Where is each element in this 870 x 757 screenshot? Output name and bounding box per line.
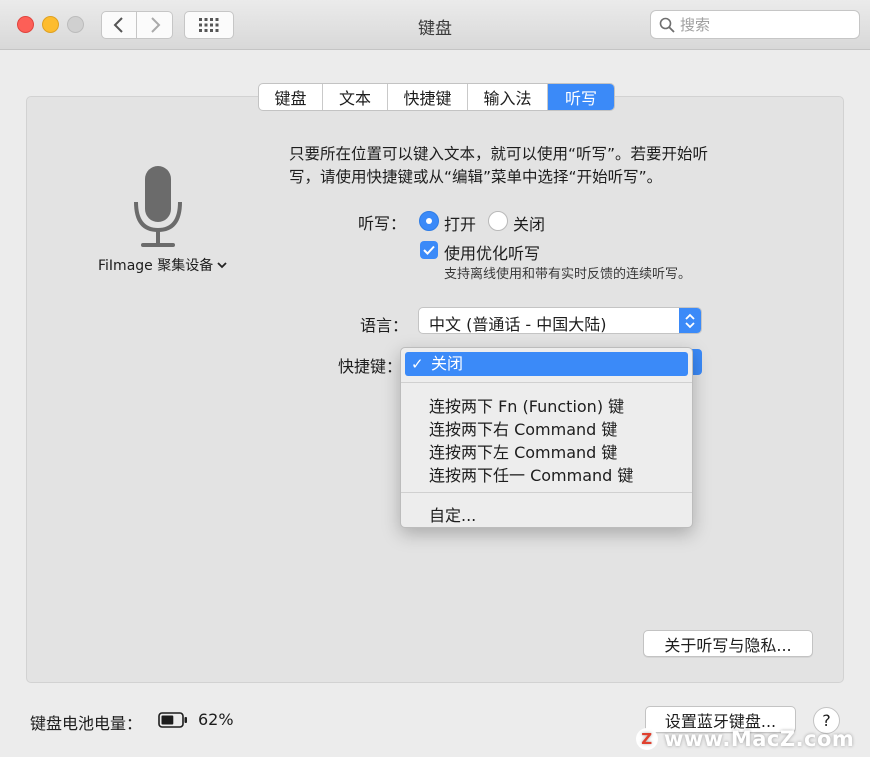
language-value: 中文 (普通话 - 中国大陆) <box>429 315 607 334</box>
checkmark-icon <box>423 245 435 255</box>
show-all-button[interactable] <box>184 11 234 39</box>
microphone-icon <box>134 166 182 247</box>
preferences-window: 键盘 键盘 文本 快捷键 输入法 听写 FiImage 聚集设备 只要所在位置可… <box>0 0 870 757</box>
watermark-text: www.MacZ.com <box>664 727 855 751</box>
dictation-off-radio[interactable] <box>488 211 508 231</box>
chevron-left-icon <box>113 17 123 33</box>
forward-button[interactable] <box>137 11 173 39</box>
dictation-off-label: 关闭 <box>513 215 546 234</box>
shortcut-menu-item-custom[interactable]: 自定... <box>429 502 476 526</box>
enhanced-dictation-checkbox[interactable] <box>420 241 438 259</box>
shortcut-menu-item-off[interactable]: ✓ 关闭 <box>405 352 688 376</box>
mic-source-popup[interactable]: FiImage 聚集设备 <box>98 255 227 275</box>
dictation-label: 听写： <box>357 214 406 233</box>
chevron-right-icon <box>150 17 160 33</box>
dictation-description: 只要所在位置可以键入文本，就可以使用“听写”。若要开始听 写，请使用快捷键或从“… <box>289 145 709 186</box>
tab-text[interactable]: 文本 <box>323 84 388 110</box>
battery-icon <box>158 712 187 728</box>
checkmark-icon: ✓ <box>411 355 424 373</box>
tab-input-sources[interactable]: 输入法 <box>468 84 548 110</box>
battery-value: 62% <box>198 710 234 729</box>
menu-separator <box>401 492 692 493</box>
tab-bar: 键盘 文本 快捷键 输入法 听写 <box>258 83 615 111</box>
grid-icon <box>199 18 219 32</box>
enhanced-dictation-label: 使用优化听写 <box>444 244 541 263</box>
tab-keyboard[interactable]: 键盘 <box>259 84 323 110</box>
language-select[interactable]: 中文 (普通话 - 中国大陆) <box>418 307 702 334</box>
watermark-logo: Z <box>636 728 658 750</box>
dictation-on-label: 打开 <box>444 215 477 234</box>
privacy-button[interactable]: 关于听写与隐私... <box>643 630 813 657</box>
mic-source-label: FiImage 聚集设备 <box>98 258 214 274</box>
zoom-window-button[interactable] <box>67 16 84 33</box>
shortcut-menu-item[interactable]: 连按两下右 Command 键 <box>429 416 617 440</box>
shortcut-label: 快捷键： <box>337 357 402 376</box>
shortcut-menu-item[interactable]: 连按两下 Fn (Function) 键 <box>429 393 624 417</box>
tab-dictation[interactable]: 听写 <box>548 84 614 110</box>
watermark: Z www.MacZ.com <box>636 727 854 751</box>
language-label: 语言： <box>359 316 408 335</box>
close-window-button[interactable] <box>17 16 34 33</box>
chevron-down-icon <box>217 261 227 268</box>
dictation-on-radio[interactable] <box>419 211 439 231</box>
updown-arrows-icon <box>679 308 701 333</box>
search-input[interactable] <box>680 15 850 34</box>
title-bar: 键盘 <box>0 0 870 50</box>
shortcut-menu: ✓ 关闭 连按两下 Fn (Function) 键 连按两下右 Command … <box>400 347 693 528</box>
back-button[interactable] <box>101 11 137 39</box>
tab-shortcuts[interactable]: 快捷键 <box>388 84 468 110</box>
search-field[interactable] <box>650 10 860 39</box>
shortcut-menu-item[interactable]: 连按两下任一 Command 键 <box>429 462 633 486</box>
enhanced-dictation-sub: 支持离线使用和带有实时反馈的连续听写。 <box>444 267 692 282</box>
menu-separator <box>401 382 692 383</box>
shortcut-menu-item[interactable]: 连按两下左 Command 键 <box>429 439 617 463</box>
search-icon <box>659 17 675 33</box>
minimize-window-button[interactable] <box>42 16 59 33</box>
battery-label: 键盘电池电量： <box>30 714 143 733</box>
